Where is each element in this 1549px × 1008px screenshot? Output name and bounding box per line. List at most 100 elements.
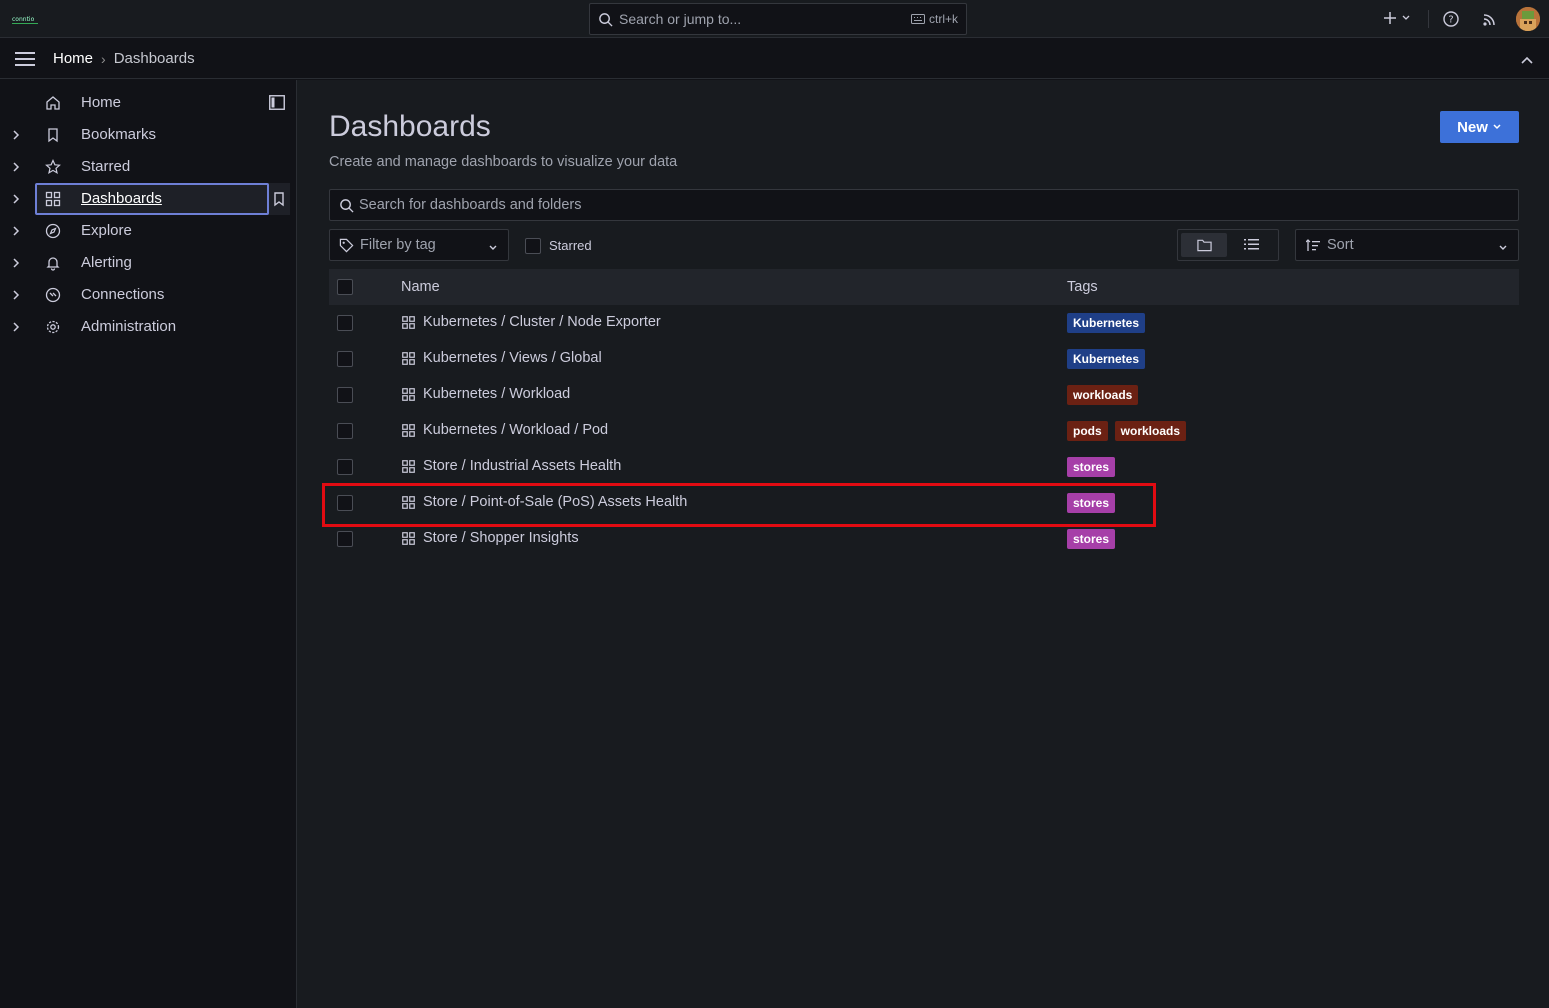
dashboard-name-link[interactable]: Kubernetes / Cluster / Node Exporter [423,314,661,330]
dashboard-name-link[interactable]: Kubernetes / Views / Global [423,350,602,366]
chevron-right-icon[interactable] [11,160,21,176]
starred-label[interactable]: Starred [549,238,592,253]
bell-icon [45,255,61,274]
chevron-right-icon[interactable] [11,224,21,240]
dashboard-name-link[interactable]: Store / Industrial Assets Health [423,458,621,474]
new-button[interactable]: New [1440,111,1519,143]
sidebar-item-label: Home [81,94,122,111]
chevron-right-icon[interactable] [11,256,21,272]
cog-icon [45,319,61,338]
dashboard-icon [402,532,415,548]
sidebar-item-starred[interactable]: Starred [0,151,290,183]
sidebar-item-alerting[interactable]: Alerting [0,247,290,279]
svg-text:?: ? [1448,15,1453,26]
list-icon [1244,239,1259,250]
sidebar-item-label: Explore [81,222,132,239]
logo-icon[interactable]: conntio [12,11,38,27]
svg-text:conntio: conntio [12,16,35,23]
sidebar-item-dashboards[interactable]: Dashboards [0,183,290,215]
folder-icon [1197,239,1212,252]
tag-kubernetes[interactable]: Kubernetes [1067,313,1146,333]
sidebar-item-label: Administration [81,318,177,335]
dashboard-name-link[interactable]: Kubernetes / Workload / Pod [423,422,608,438]
sort-placeholder: Sort [1327,237,1354,253]
dashboard-icon [402,316,415,332]
row-checkbox[interactable] [337,315,353,331]
sidebar-item-label: Connections [81,286,165,303]
column-header-name: Name [401,279,440,295]
select-all-checkbox[interactable] [337,279,353,295]
sidebar-item-bookmarks[interactable]: Bookmarks [0,119,290,151]
tag-stores[interactable]: stores [1067,457,1116,477]
chevron-right-icon[interactable] [11,128,21,144]
search-icon [598,12,613,30]
sidebar-item-label: Bookmarks [81,126,157,143]
tag-pods[interactable]: pods [1067,421,1108,441]
chevron-right-icon[interactable] [11,288,21,304]
table-row[interactable]: Kubernetes / Cluster / Node Exporter Kub… [329,305,1519,341]
sidebar: Home Bookmarks Starred Dashboards Explor… [0,80,297,1008]
chevron-right-icon[interactable] [11,192,21,208]
divider [1428,10,1429,28]
dashboard-name-link[interactable]: Store / Shopper Insights [423,530,579,546]
breadcrumb-current: Dashboards [113,50,195,67]
highlight-annotation [322,483,1156,527]
tag-list: Kubernetes [1067,313,1146,333]
row-checkbox[interactable] [337,459,353,475]
sidebar-item-label: Dashboards [81,190,162,207]
keyboard-icon [910,14,925,24]
search-icon [339,198,354,216]
tag-stores[interactable]: stores [1067,529,1116,549]
tag-workloads[interactable]: workloads [1067,385,1139,405]
tag-list: Kubernetes [1067,349,1146,369]
table-row[interactable]: Kubernetes / Views / Global Kubernetes [329,341,1519,377]
row-checkbox[interactable] [337,423,353,439]
table-row[interactable]: Store / Industrial Assets Health stores [329,449,1519,485]
tag-icon [339,238,354,256]
filter-by-tag-select[interactable]: Filter by tag [329,229,509,261]
row-checkbox[interactable] [337,387,353,403]
breadcrumb-bar: Home › Dashboards [0,39,1549,79]
breadcrumb-home[interactable]: Home [53,50,93,67]
chevron-down-icon [1493,124,1501,130]
sort-select[interactable]: Sort [1295,229,1519,261]
tag-kubernetes[interactable]: Kubernetes [1067,349,1146,369]
list-view-button[interactable] [1244,238,1259,254]
global-search-input[interactable]: Search or jump to... ctrl+k [589,3,967,35]
dashboard-icon [402,352,415,368]
row-checkbox[interactable] [337,351,353,367]
filter-by-tag-placeholder: Filter by tag [360,237,436,253]
compass-icon [45,223,61,242]
help-icon[interactable]: ? [1442,10,1460,31]
menu-icon[interactable] [15,52,35,69]
page-title: Dashboards [329,110,491,143]
breadcrumb-separator: › [101,50,106,67]
dashboard-search-input[interactable]: Search for dashboards and folders [329,189,1519,221]
breadcrumb: Home › Dashboards [53,50,195,67]
sidebar-item-administration[interactable]: Administration [0,311,290,343]
chevron-right-icon[interactable] [11,320,21,336]
table-row[interactable]: Kubernetes / Workload workloads [329,377,1519,413]
chevron-up-icon[interactable] [1521,53,1533,69]
new-button-label: New [1457,118,1488,136]
page-subtitle: Create and manage dashboards to visualiz… [329,154,678,170]
table-row[interactable]: Kubernetes / Workload / Pod pods workloa… [329,413,1519,449]
tag-workloads[interactable]: workloads [1114,421,1187,441]
add-new-button[interactable] [1382,10,1411,26]
connections-icon [45,287,61,306]
sidebar-item-home[interactable]: Home [0,87,290,119]
news-feed-icon[interactable] [1481,10,1499,31]
chevron-down-icon [488,240,498,256]
bookmark-icon [45,127,61,146]
folder-view-button[interactable] [1181,233,1227,257]
sidebar-item-connections[interactable]: Connections [0,279,290,311]
tag-list: stores [1067,457,1116,477]
user-avatar[interactable] [1516,7,1540,31]
dashboard-name-link[interactable]: Kubernetes / Workload [423,386,570,402]
column-header-tags: Tags [1067,279,1098,295]
view-toggle [1177,229,1279,261]
chevron-down-icon [1498,240,1508,256]
row-checkbox[interactable] [337,531,353,547]
sidebar-item-explore[interactable]: Explore [0,215,290,247]
starred-checkbox[interactable] [525,238,541,254]
